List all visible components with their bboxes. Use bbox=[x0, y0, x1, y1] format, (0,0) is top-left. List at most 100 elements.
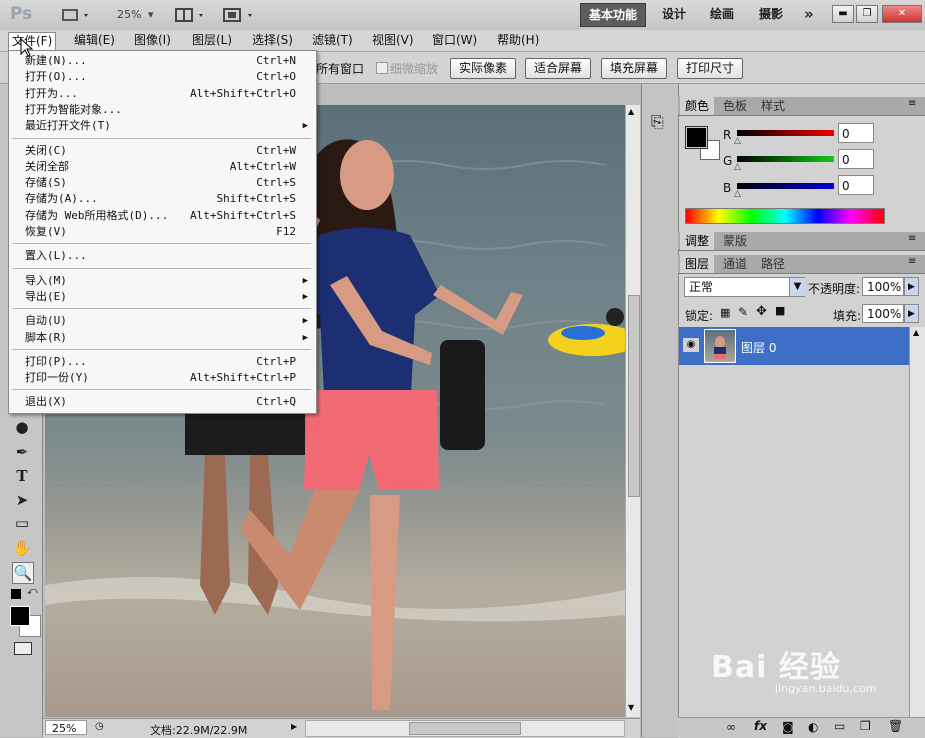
file-menu-item[interactable]: 打印(P)... Ctrl+P bbox=[9, 354, 314, 370]
menu-layer[interactable]: 图层(L) bbox=[189, 32, 235, 49]
scrollbar-thumb[interactable] bbox=[628, 295, 640, 497]
default-colors-icon[interactable] bbox=[11, 589, 21, 599]
menu-help[interactable]: 帮助(H) bbox=[494, 32, 542, 49]
history-panel-icon[interactable]: ⎘ bbox=[651, 112, 664, 132]
panel-menu-icon[interactable]: ≡ bbox=[908, 98, 916, 109]
fill-input[interactable]: 100% bbox=[862, 304, 904, 323]
layer-row[interactable]: ◉ 图层 0 bbox=[679, 327, 909, 365]
menu-image[interactable]: 图像(I) bbox=[131, 32, 174, 49]
red-slider-handle[interactable]: △ bbox=[734, 136, 741, 146]
status-zoom-field[interactable]: 25% bbox=[45, 720, 87, 735]
opacity-input[interactable]: 100% bbox=[862, 277, 904, 296]
pen-tool-icon[interactable]: ✒ bbox=[12, 442, 32, 462]
menu-window[interactable]: 窗口(W) bbox=[429, 32, 480, 49]
tab-styles[interactable]: 样式 bbox=[756, 97, 790, 115]
close-button[interactable]: ✕ bbox=[882, 5, 922, 23]
file-menu-item[interactable]: 存储为 Web所用格式(D)... Alt+Shift+Ctrl+S bbox=[9, 208, 314, 224]
restore-button[interactable]: ❐ bbox=[856, 5, 878, 23]
tab-color[interactable]: 颜色 bbox=[680, 97, 715, 115]
layer-style-icon[interactable]: fx bbox=[754, 719, 767, 733]
adjustment-layer-icon[interactable]: ◐ bbox=[808, 720, 818, 734]
lock-all-icon[interactable]: ■ bbox=[775, 304, 785, 317]
delete-layer-icon[interactable]: 🗑 bbox=[888, 719, 903, 733]
chevron-down-icon[interactable]: ▼ bbox=[789, 278, 805, 296]
fill-slider-arrow-icon[interactable]: ▶ bbox=[904, 304, 919, 323]
link-layers-icon[interactable]: ∞ bbox=[726, 720, 736, 734]
zoom-tool-icon[interactable]: 🔍 bbox=[12, 562, 34, 584]
panel-menu-icon[interactable]: ≡ bbox=[908, 256, 916, 267]
screen-mode-toggle-icon[interactable] bbox=[222, 6, 258, 24]
blend-mode-dropdown[interactable]: 正常 bbox=[684, 277, 805, 297]
blue-slider[interactable] bbox=[737, 183, 834, 189]
opacity-slider-arrow-icon[interactable]: ▶ bbox=[904, 277, 919, 296]
actual-pixels-button[interactable]: 实际像素 bbox=[450, 58, 517, 79]
blue-value-input[interactable]: 0 bbox=[838, 175, 874, 195]
foreground-color-swatch[interactable] bbox=[10, 606, 30, 626]
add-mask-icon[interactable]: ◙ bbox=[782, 720, 794, 734]
file-menu-item[interactable]: 导入(M) ▶ bbox=[9, 273, 314, 289]
blue-slider-handle[interactable]: △ bbox=[734, 189, 741, 199]
tab-adjustments[interactable]: 调整 bbox=[680, 232, 715, 250]
scrubby-zoom-checkbox[interactable] bbox=[376, 62, 388, 74]
visibility-eye-icon[interactable]: ◉ bbox=[683, 338, 699, 352]
quick-mask-icon[interactable] bbox=[14, 642, 32, 655]
scroll-up-icon[interactable]: ▲ bbox=[628, 107, 634, 116]
status-menu-arrow-icon[interactable]: ▶ bbox=[291, 722, 297, 731]
lock-transparency-icon[interactable]: ▦ bbox=[720, 306, 730, 319]
horizontal-scrollbar-thumb[interactable] bbox=[409, 722, 521, 735]
lock-position-icon[interactable]: ✥ bbox=[756, 304, 767, 319]
file-menu-item[interactable]: 新建(N)... Ctrl+N bbox=[9, 53, 314, 69]
canvas-vertical-scrollbar[interactable]: ▲ ▼ bbox=[625, 105, 640, 717]
red-slider[interactable] bbox=[737, 130, 834, 136]
tab-layers[interactable]: 图层 bbox=[680, 255, 715, 273]
file-menu-item[interactable]: 恢复(V) F12 bbox=[9, 224, 314, 240]
workspace-design-button[interactable]: 设计 bbox=[654, 3, 694, 25]
screen-mode-icon[interactable] bbox=[60, 6, 92, 24]
layer-name[interactable]: 图层 0 bbox=[741, 339, 776, 356]
file-menu-item[interactable]: 最近打开文件(T) ▶ bbox=[9, 118, 314, 134]
file-menu-item[interactable]: 脚本(R) ▶ bbox=[9, 330, 314, 346]
green-slider-handle[interactable]: △ bbox=[734, 162, 741, 172]
arrange-documents-icon[interactable] bbox=[174, 6, 208, 24]
rectangle-tool-icon[interactable]: ▭ bbox=[12, 513, 32, 533]
file-menu-item[interactable]: 关闭全部 Alt+Ctrl+W bbox=[9, 159, 314, 175]
file-menu-item[interactable]: 打开为智能对象... bbox=[9, 102, 314, 118]
workspace-photography-button[interactable]: 摄影 bbox=[751, 3, 791, 25]
file-menu-item[interactable]: 打印一份(Y) Alt+Shift+Ctrl+P bbox=[9, 370, 314, 386]
status-info-icon[interactable]: ◷ bbox=[95, 721, 104, 732]
workspace-painting-button[interactable]: 绘画 bbox=[702, 3, 742, 25]
file-menu-item[interactable]: 自动(U) ▶ bbox=[9, 313, 314, 329]
menu-select[interactable]: 选择(S) bbox=[249, 32, 296, 49]
lock-pixels-icon[interactable]: ✎ bbox=[738, 305, 748, 319]
burn-tool-icon[interactable]: ● bbox=[12, 417, 32, 437]
file-menu-item[interactable]: 打开为... Alt+Shift+Ctrl+O bbox=[9, 86, 314, 102]
color-spectrum-bar[interactable] bbox=[685, 208, 885, 224]
type-tool-icon[interactable]: T bbox=[12, 466, 32, 486]
swap-colors-icon[interactable]: ⤺ bbox=[27, 586, 38, 597]
fit-screen-button[interactable]: 适合屏幕 bbox=[525, 58, 592, 79]
chevron-down-icon[interactable]: ▾ bbox=[148, 8, 154, 26]
menu-edit[interactable]: 编辑(E) bbox=[71, 32, 118, 49]
red-value-input[interactable]: 0 bbox=[838, 123, 874, 143]
green-slider[interactable] bbox=[737, 156, 834, 162]
menu-filter[interactable]: 滤镜(T) bbox=[309, 32, 356, 49]
file-menu-item[interactable]: 打开(O)... Ctrl+O bbox=[9, 69, 314, 85]
file-menu-item[interactable]: 置入(L)... bbox=[9, 248, 314, 264]
new-group-icon[interactable]: ▭ bbox=[834, 719, 845, 733]
zoom-level-dropdown[interactable]: 25% bbox=[117, 8, 141, 26]
fill-screen-button[interactable]: 填充屏幕 bbox=[601, 58, 668, 79]
file-menu-item[interactable]: 存储为(A)... Shift+Ctrl+S bbox=[9, 191, 314, 207]
menu-view[interactable]: 视图(V) bbox=[369, 32, 417, 49]
hand-tool-icon[interactable]: ✋ bbox=[12, 538, 32, 558]
panel-menu-icon[interactable]: ≡ bbox=[908, 233, 916, 244]
scroll-up-icon[interactable]: ▲ bbox=[913, 328, 919, 337]
file-menu-item[interactable]: 导出(E) ▶ bbox=[9, 289, 314, 305]
scroll-down-icon[interactable]: ▼ bbox=[628, 703, 634, 712]
print-size-button[interactable]: 打印尺寸 bbox=[677, 58, 744, 79]
minimize-button[interactable]: ▬ bbox=[832, 5, 854, 23]
workspace-essentials-button[interactable]: 基本功能 bbox=[580, 3, 647, 27]
file-menu-item[interactable]: 存储(S) Ctrl+S bbox=[9, 175, 314, 191]
color-foreground-swatch[interactable] bbox=[685, 126, 708, 149]
path-selection-icon[interactable]: ➤ bbox=[12, 490, 32, 510]
new-layer-icon[interactable]: ❐ bbox=[860, 719, 871, 733]
